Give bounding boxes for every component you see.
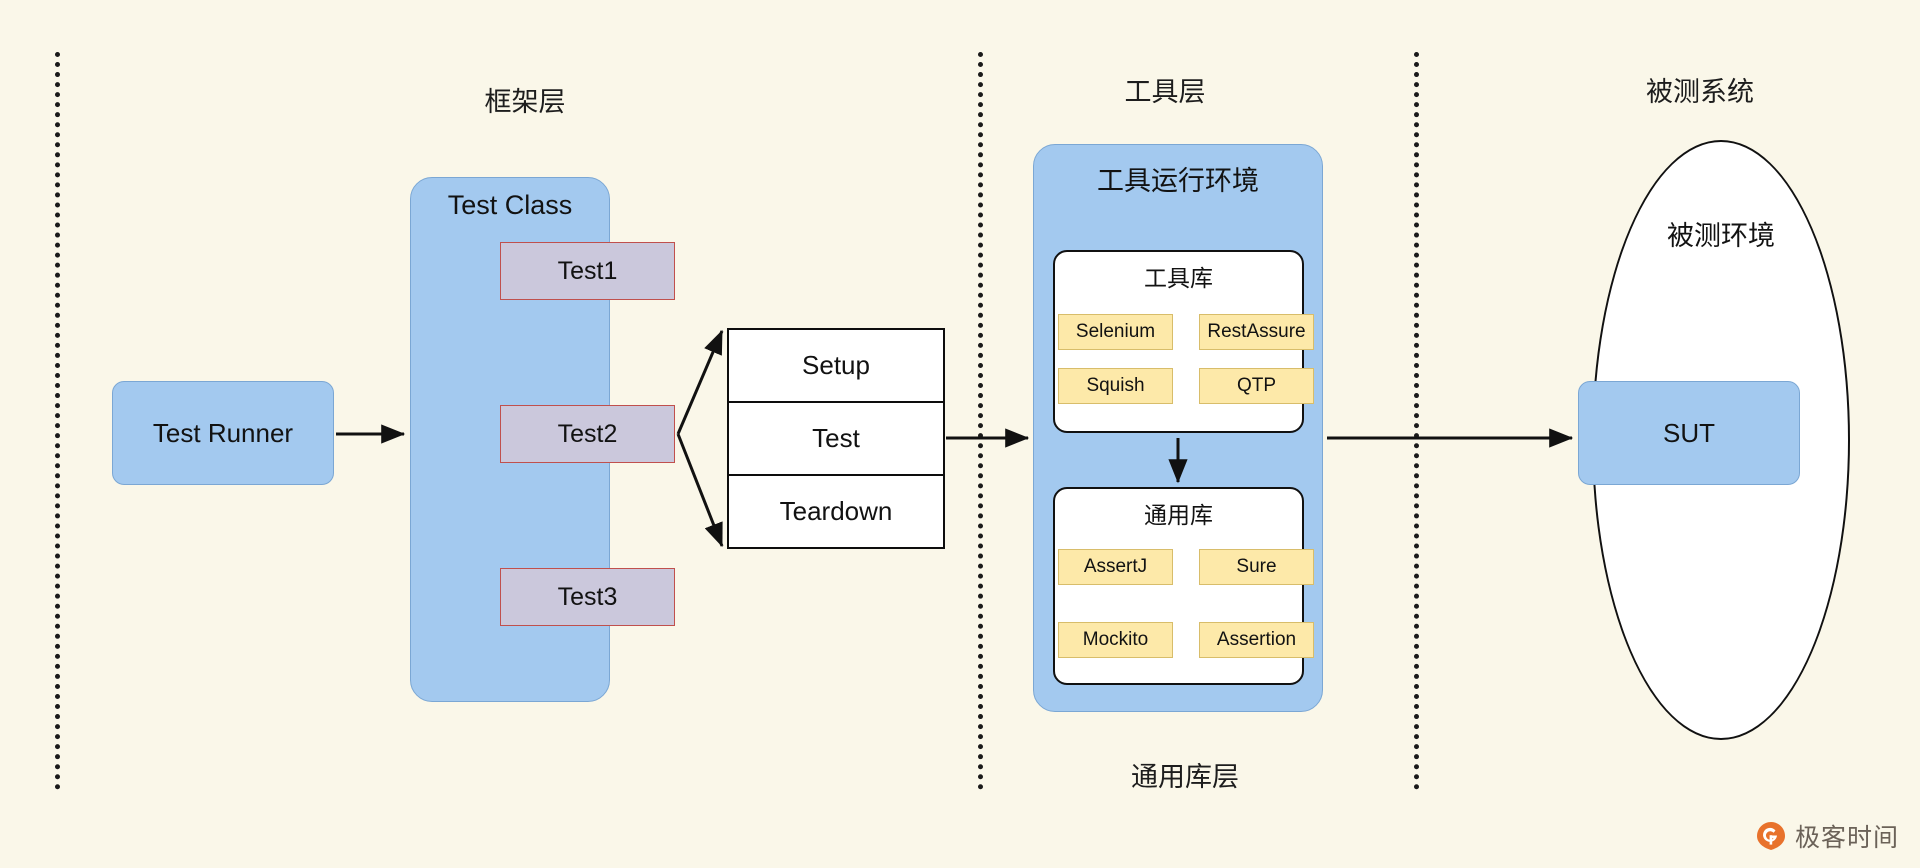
diagram-canvas: 框架层 工具层 被测系统 通用库层 Test Runner Test Class… [0, 0, 1920, 868]
chip-label: RestAssure [1207, 321, 1306, 342]
tool-chip-qtp[interactable]: QTP [1199, 368, 1314, 404]
test-class-title: Test Class [447, 190, 573, 220]
tool-chip-squish[interactable]: Squish [1058, 368, 1173, 404]
test-method-test3[interactable]: Test3 [500, 568, 675, 626]
test-phase-table[interactable]: Setup Test Teardown [727, 328, 945, 549]
phase-row-setup[interactable]: Setup [729, 330, 943, 403]
zone-label-sut: 被测系统 [1646, 77, 1754, 107]
zone-label-tool: 工具层 [1124, 77, 1206, 107]
chip-label: AssertJ [1083, 556, 1148, 577]
chip-label: Mockito [1082, 629, 1149, 650]
test-runner-label: Test Runner [152, 417, 294, 448]
chip-label: Squish [1086, 375, 1145, 396]
common-chip-assertion[interactable]: Assertion [1199, 622, 1314, 658]
common-chip-assertj[interactable]: AssertJ [1058, 549, 1173, 585]
test-method-label: Test3 [557, 582, 618, 611]
watermark-text: 极客时间 [1795, 824, 1900, 852]
sut-environment-label: 被测环境 [1667, 221, 1775, 251]
node-sut[interactable]: SUT [1578, 381, 1800, 485]
geektime-logo-icon [1757, 822, 1785, 850]
node-test-runner[interactable]: Test Runner [112, 381, 334, 485]
chip-label: Selenium [1075, 321, 1156, 342]
test-method-label: Test1 [557, 256, 618, 285]
tool-environment-title: 工具运行环境 [1097, 166, 1259, 196]
phase-row-teardown[interactable]: Teardown [729, 476, 943, 547]
phase-label: Test [812, 423, 860, 453]
arrow-test2-to-setup [676, 329, 724, 435]
phase-row-test[interactable]: Test [729, 403, 943, 476]
tool-chip-restassure[interactable]: RestAssure [1199, 314, 1314, 350]
phase-label: Teardown [779, 496, 893, 526]
divider-framework-tool [978, 52, 983, 790]
phase-label: Setup [802, 350, 870, 380]
common-library-title: 通用库 [1144, 502, 1213, 528]
sut-label: SUT [1663, 417, 1715, 448]
chip-label: QTP [1236, 375, 1277, 396]
tool-chip-selenium[interactable]: Selenium [1058, 314, 1173, 350]
tool-library-title: 工具库 [1144, 265, 1213, 291]
watermark: 极客时间 [1756, 818, 1899, 854]
test-method-label: Test2 [557, 419, 618, 448]
zone-label-framework: 框架层 [484, 87, 566, 117]
common-chip-sure[interactable]: Sure [1199, 549, 1314, 585]
zone-label-common-lib: 通用库层 [1131, 762, 1239, 792]
divider-tool-sut [1414, 52, 1419, 790]
test-method-test2[interactable]: Test2 [500, 405, 675, 463]
chip-label: Sure [1236, 556, 1277, 577]
divider-left [55, 52, 60, 790]
test-method-test1[interactable]: Test1 [500, 242, 675, 300]
chip-label: Assertion [1216, 629, 1297, 650]
common-chip-mockito[interactable]: Mockito [1058, 622, 1173, 658]
arrow-test2-to-teardown [676, 433, 724, 548]
